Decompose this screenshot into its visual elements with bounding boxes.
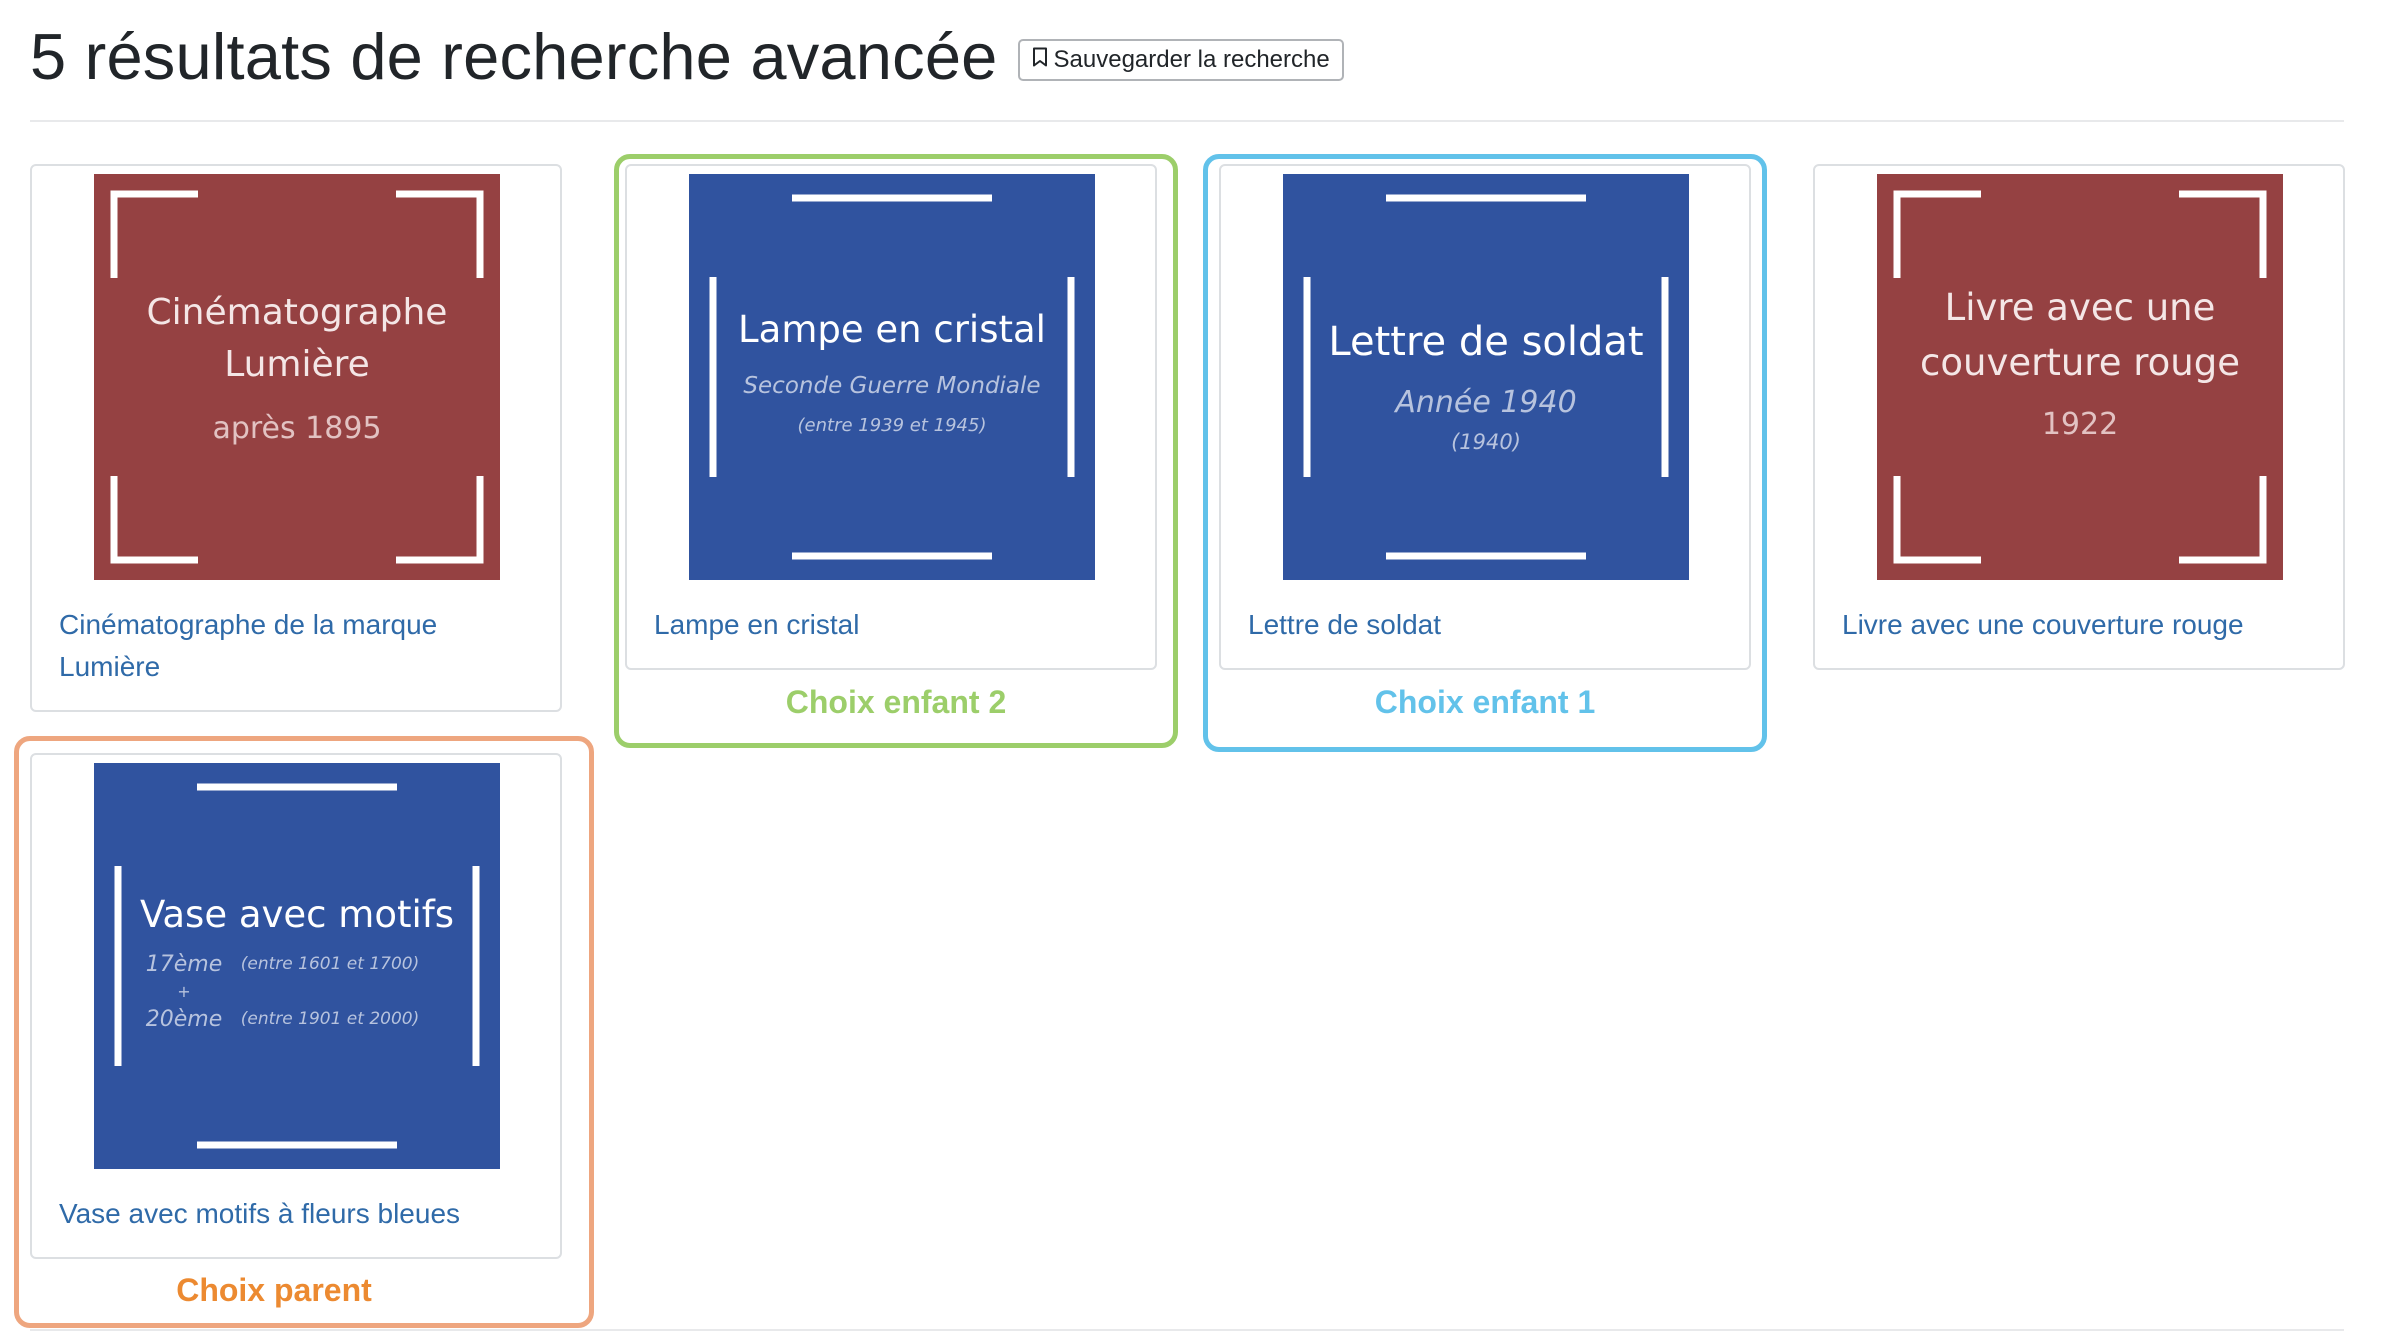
svg-text:Lettre de soldat: Lettre de soldat xyxy=(1328,319,1643,365)
result-title-link[interactable]: Livre avec une couverture rouge xyxy=(1842,604,2322,646)
result-thumbnail[interactable]: Lettre de soldat Année 1940 (1940) xyxy=(1283,174,1689,580)
result-thumbnail[interactable]: Lampe en cristal Seconde Guerre Mondiale… xyxy=(689,174,1095,580)
svg-text:20ème: 20ème xyxy=(146,1007,223,1032)
svg-text:17ème: 17ème xyxy=(146,952,223,977)
svg-text:Seconde Guerre Mondiale: Seconde Guerre Mondiale xyxy=(743,373,1040,399)
divider xyxy=(30,1329,2344,1331)
result-card: Lettre de soldat Année 1940 (1940) Lettr… xyxy=(1219,164,1751,670)
highlight-label-choix-enfant-2: Choix enfant 2 xyxy=(785,684,1007,720)
svg-text:Lumière: Lumière xyxy=(224,344,370,385)
svg-text:1922: 1922 xyxy=(2042,407,2118,442)
highlight-label-choix-enfant-1: Choix enfant 1 xyxy=(1374,684,1596,720)
svg-text:Année 1940: Année 1940 xyxy=(1393,385,1576,420)
result-thumbnail[interactable]: Livre avec une couverture rouge 1922 xyxy=(1877,174,2283,580)
svg-text:Livre avec une: Livre avec une xyxy=(1945,286,2216,329)
svg-text:Cinématographe: Cinématographe xyxy=(147,292,448,333)
svg-text:après 1895: après 1895 xyxy=(212,411,381,446)
svg-text:+: + xyxy=(177,982,190,1001)
result-card: Lampe en cristal Seconde Guerre Mondiale… xyxy=(625,164,1157,670)
result-thumbnail[interactable]: Vase avec motifs 17ème (entre 1601 et 17… xyxy=(94,763,500,1169)
bookmark-icon xyxy=(1032,46,1048,74)
result-title-link[interactable]: Lettre de soldat xyxy=(1248,604,1728,646)
result-card: Cinématographe Lumière après 1895 Cinéma… xyxy=(30,164,562,712)
divider xyxy=(30,120,2344,122)
result-card: Livre avec une couverture rouge 1922 Liv… xyxy=(1813,164,2345,670)
page-title: 5 résultats de recherche avancée xyxy=(30,19,998,93)
svg-text:(entre 1901 et 2000): (entre 1901 et 2000) xyxy=(241,1009,419,1029)
svg-text:(entre 1939 et 1945): (entre 1939 et 1945) xyxy=(798,415,987,436)
svg-text:(1940): (1940) xyxy=(1451,430,1521,454)
result-thumbnail[interactable]: Cinématographe Lumière après 1895 xyxy=(94,174,500,580)
result-card: Vase avec motifs 17ème (entre 1601 et 17… xyxy=(30,753,562,1259)
svg-text:Vase avec motifs: Vase avec motifs xyxy=(140,893,454,936)
save-search-button[interactable]: Sauvegarder la recherche xyxy=(1017,39,1344,81)
result-title-link[interactable]: Vase avec motifs à fleurs bleues xyxy=(59,1193,539,1235)
page-header: 5 résultats de recherche avancée Sauvega… xyxy=(30,8,1344,104)
svg-text:(entre 1601 et 1700): (entre 1601 et 1700) xyxy=(241,954,419,974)
result-title-link[interactable]: Lampe en cristal xyxy=(654,604,1134,646)
svg-text:couverture rouge: couverture rouge xyxy=(1920,341,2240,384)
svg-text:Lampe en cristal: Lampe en cristal xyxy=(738,308,1046,351)
save-search-label: Sauvegarder la recherche xyxy=(1053,46,1330,73)
result-title-link[interactable]: Cinématographe de la marque Lumière xyxy=(59,604,539,688)
highlight-label-choix-parent: Choix parent xyxy=(176,1272,372,1308)
